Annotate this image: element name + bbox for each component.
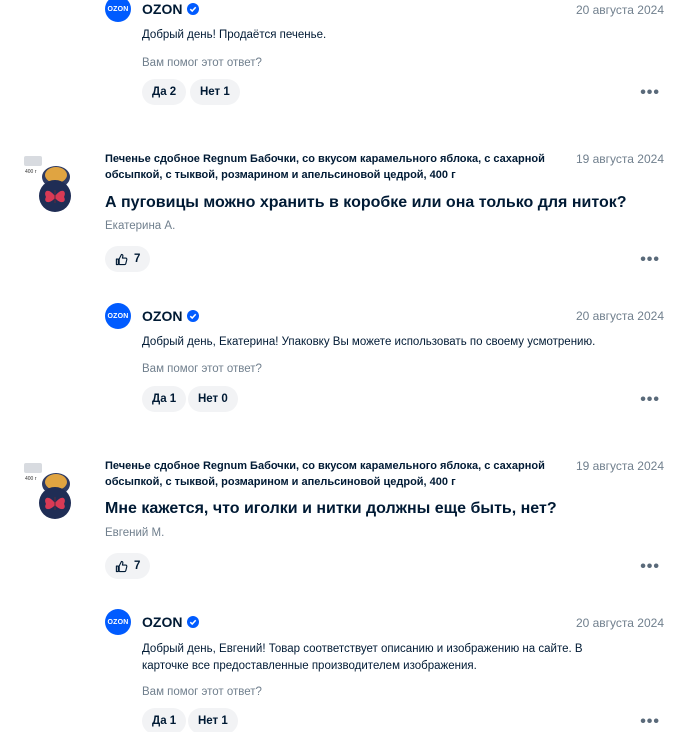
brand-label: OZON [142,308,183,324]
more-options-button[interactable]: ••• [640,558,660,576]
thumbs-up-icon [115,253,128,265]
vote-no-button[interactable]: Нет 1 [188,708,238,732]
answer-date: 20 августа 2024 [575,616,664,630]
product-thumbnail[interactable]: 400 г [22,460,78,520]
answer-text: Добрый день, Екатерина! Упаковку Вы може… [142,336,596,348]
verified-icon [187,310,200,322]
like-count: 7 [134,253,141,265]
helpful-question: Вам помог этот ответ? [142,363,262,375]
question-author: Екатерина А. [105,220,176,232]
question-date: 19 августа 2024 [575,152,664,166]
brand-name: OZON [142,308,200,324]
vote-no-button[interactable]: Нет 1 [190,79,240,105]
more-options-button[interactable]: ••• [640,84,660,102]
like-count: 7 [134,560,141,572]
question-date: 19 августа 2024 [575,459,664,473]
verified-icon [187,616,200,628]
more-options-button[interactable]: ••• [640,251,660,269]
answer-text: Добрый день! Продаётся печенье. [142,29,327,41]
more-options-button[interactable]: ••• [640,713,660,731]
question-text: Мне кажется, что иголки и нитки должны е… [105,500,557,517]
question-author: Евгений М. [105,527,165,539]
helpful-question: Вам помог этот ответ? [142,57,262,69]
like-button[interactable]: 7 [105,246,151,272]
verified-icon [187,3,200,15]
answer-date: 20 августа 2024 [575,3,664,17]
answer-text: Добрый день, Евгений! Товар соответствуе… [142,643,583,672]
ozon-logo: OZON [105,0,131,22]
like-button[interactable]: 7 [105,553,151,579]
ozon-logo: OZON [105,303,131,329]
answer-date: 20 августа 2024 [575,309,664,323]
thumbs-up-icon [115,560,128,572]
vote-yes-button[interactable]: Да 2 [142,79,187,105]
product-title[interactable]: Печенье сдобное Regnum Бабочки, со вкусо… [105,151,575,183]
thumb-weight: 400 г [25,169,37,175]
question-text: А пуговицы можно хранить в коробке или о… [105,194,627,211]
ozon-logo: OZON [105,609,131,635]
more-options-button[interactable]: ••• [640,391,660,409]
helpful-question: Вам помог этот ответ? [142,686,262,698]
product-title[interactable]: Печенье сдобное Regnum Бабочки, со вкусо… [105,458,575,490]
vote-yes-button[interactable]: Да 1 [142,386,187,412]
brand-name: OZON [142,614,200,630]
thumb-weight: 400 г [25,476,37,482]
brand-name: OZON [142,1,200,17]
vote-no-button[interactable]: Нет 0 [188,386,238,412]
brand-label: OZON [142,1,183,17]
product-thumbnail[interactable]: 400 г [22,153,78,213]
vote-yes-button[interactable]: Да 1 [142,708,187,732]
brand-label: OZON [142,614,183,630]
